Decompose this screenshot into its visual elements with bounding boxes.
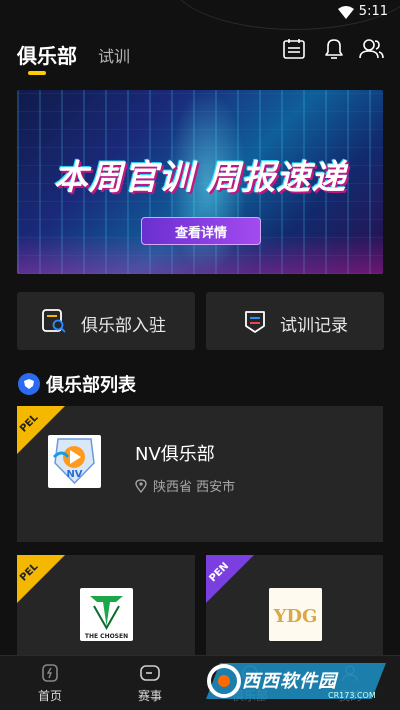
- watermark-text: 西西软件园: [242, 671, 337, 692]
- top-header: 俱乐部 试训: [0, 30, 400, 80]
- shield-icon: [18, 373, 40, 395]
- document-search-icon: [42, 309, 66, 333]
- status-bar: 5:11: [0, 0, 400, 30]
- club-join-button[interactable]: 俱乐部入驻: [17, 292, 195, 350]
- club-logo-chosen: THE CHOSEN: [80, 588, 133, 641]
- wifi-icon: [338, 6, 354, 19]
- nav-home-label: 首页: [37, 689, 62, 703]
- promo-banner[interactable]: 本周官训 周报速递 查看详情: [17, 90, 383, 274]
- svg-text:YDG: YDG: [273, 606, 318, 627]
- watermark: 西西软件园 CR173.COM: [200, 659, 390, 705]
- club-card-chosen[interactable]: PEL THE CHOSEN: [17, 555, 195, 655]
- club-location: 陕西省 西安市: [135, 476, 235, 495]
- club-join-label: 俱乐部入驻: [81, 316, 166, 336]
- club-card-nv[interactable]: PEL NV NV俱乐部 陕西省 西安市: [17, 406, 383, 542]
- section-header: 俱乐部列表: [18, 372, 136, 396]
- tab-indicator: [28, 71, 46, 75]
- nav-home[interactable]: 首页: [0, 656, 100, 710]
- club-card-ydg[interactable]: PEN YDG: [206, 555, 383, 655]
- notepad-icon[interactable]: [280, 35, 308, 63]
- svg-text:NV: NV: [66, 469, 82, 480]
- trial-record-button[interactable]: 试训记录: [206, 292, 384, 350]
- bell-icon[interactable]: [320, 35, 348, 63]
- watermark-url: CR173.COM: [328, 691, 376, 700]
- tab-club[interactable]: 俱乐部: [17, 40, 77, 69]
- users-icon[interactable]: [357, 35, 385, 63]
- badge-record-icon: [245, 311, 265, 333]
- location-pin-icon: [135, 478, 147, 493]
- nav-events-label: 赛事: [137, 689, 162, 703]
- banner-title: 本周官训 周报速递: [53, 158, 347, 198]
- gamepad-icon: [140, 665, 160, 681]
- nav-events[interactable]: 赛事: [100, 656, 200, 710]
- status-time: 5:11: [358, 4, 388, 19]
- tab-trial[interactable]: 试训: [98, 43, 130, 67]
- club-location-text: 陕西省 西安市: [153, 480, 236, 495]
- club-logo-ydg: YDG: [269, 588, 322, 641]
- view-details-button[interactable]: 查看详情: [141, 217, 261, 245]
- section-title: 俱乐部列表: [46, 375, 136, 396]
- club-logo-nv: NV: [48, 435, 101, 488]
- club-name: NV俱乐部: [135, 444, 215, 465]
- home-icon: [42, 664, 58, 682]
- trial-record-label: 试训记录: [280, 316, 348, 336]
- svg-text:THE CHOSEN: THE CHOSEN: [85, 633, 128, 640]
